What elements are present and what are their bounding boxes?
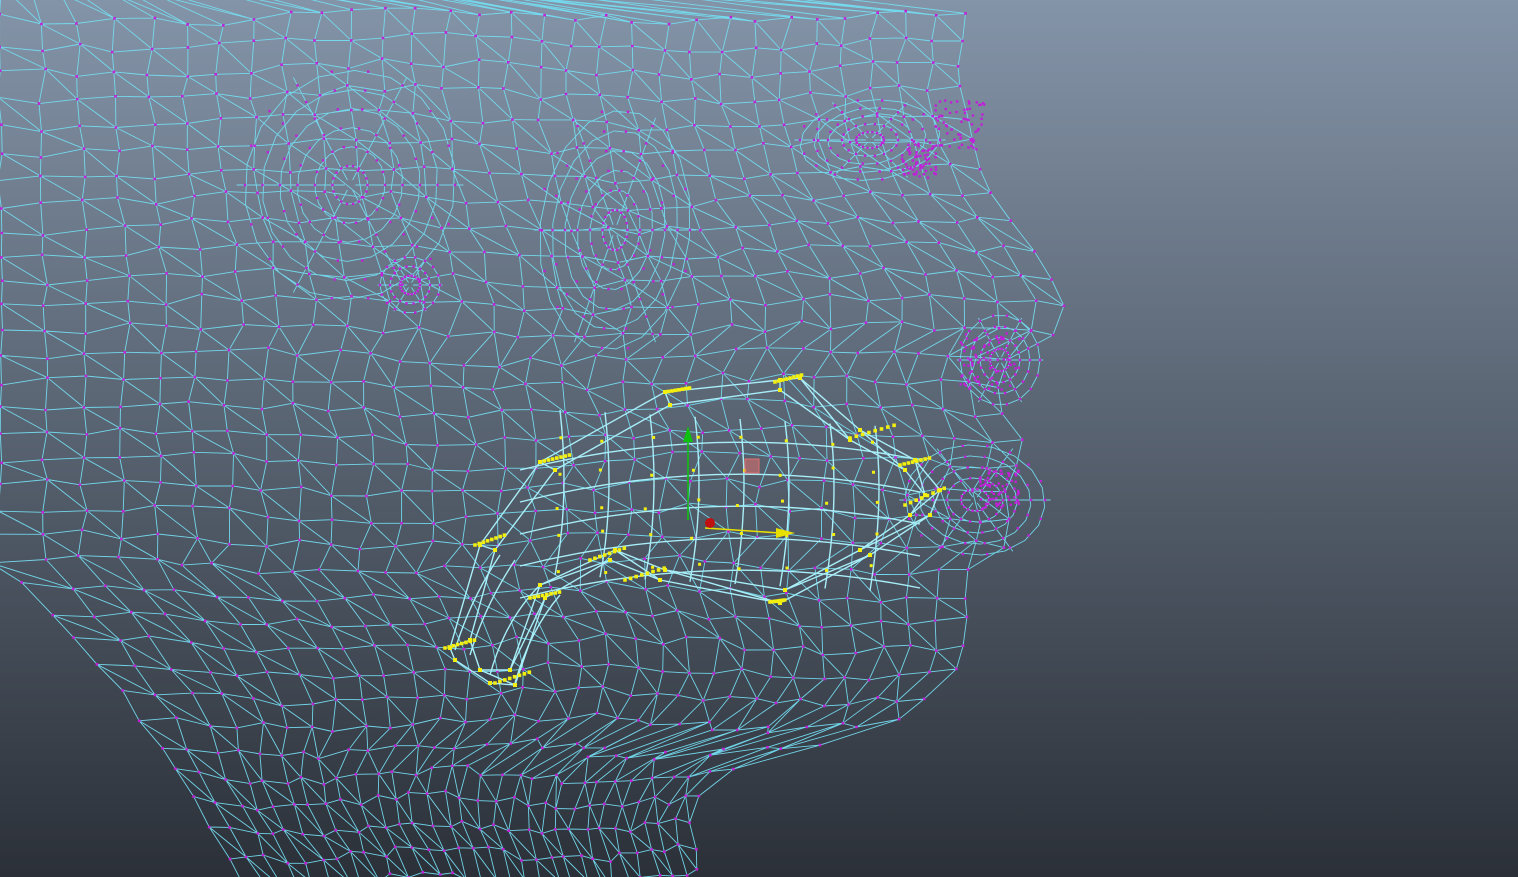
viewport-scene[interactable] (0, 0, 1518, 877)
z-axis-handle[interactable] (705, 518, 715, 528)
center-plane-handle[interactable] (744, 458, 760, 474)
viewport-background (0, 0, 1518, 877)
maya-viewport[interactable] (0, 0, 1518, 877)
